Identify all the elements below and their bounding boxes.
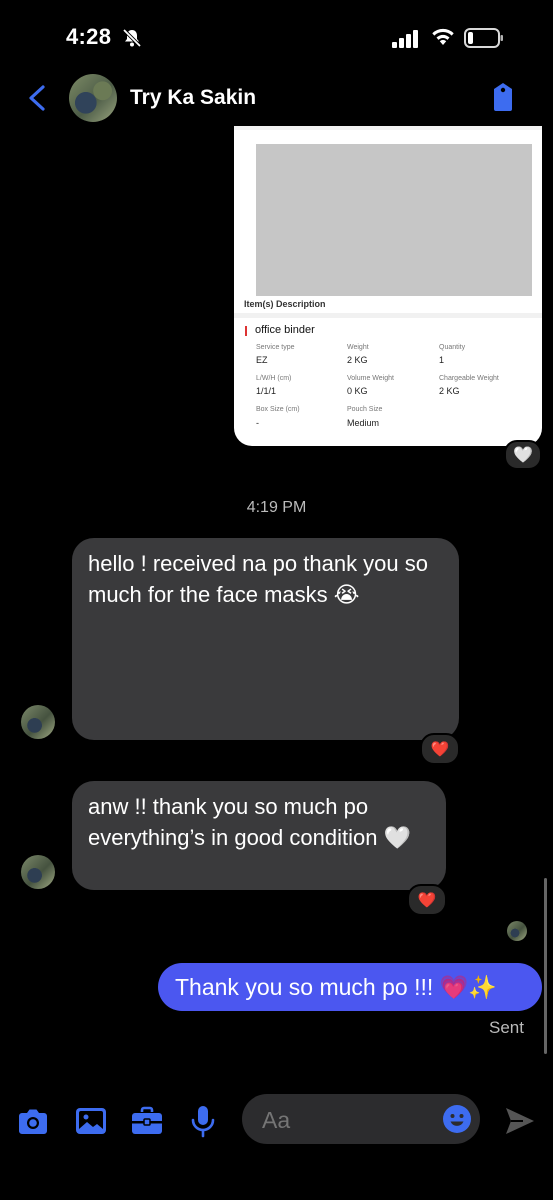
message-timestamp: 4:19 PM [246,499,307,516]
sender-avatar[interactable] [21,855,55,889]
field-value: EZ [256,355,268,365]
send-icon[interactable] [503,1104,537,1138]
emoji-icon[interactable] [442,1104,472,1134]
field-value: - [256,418,259,428]
shared-image-card[interactable]: Item(s) Description office binder Servic… [234,126,542,446]
field-value: 2 KG [439,386,460,396]
field-label: L/W/H (cm) [256,375,292,382]
delivery-status: Sent [489,1018,524,1037]
card-section-title: Item(s) Description [244,299,326,309]
field-label: Quantity [439,344,466,351]
incoming-message[interactable]: hello ! received na po thank you so much… [72,538,459,740]
signal-icon [392,30,418,48]
back-chevron-icon[interactable] [26,84,48,112]
incoming-message[interactable]: anw !! thank you so much po everything’s… [72,781,446,890]
card-reaction[interactable]: 🤍 [504,440,542,470]
tag-icon[interactable] [490,81,516,113]
battery-icon [464,28,503,48]
contact-avatar[interactable] [69,74,117,122]
field-label: Volume Weight [347,375,394,382]
briefcase-icon[interactable] [130,1104,164,1138]
wifi-icon [432,28,454,45]
field-value: 1 [439,355,445,365]
field-value: 0 KG [347,386,368,396]
message-reaction[interactable]: ❤️ [420,733,460,765]
contact-name[interactable]: Try Ka Sakin [130,86,256,110]
field-label: Service type [256,344,295,351]
status-time: 4:28 [66,24,112,49]
field-value: 2 KG [347,355,368,365]
field-value: Medium [347,418,380,428]
redacted-image-area [256,144,532,296]
camera-icon[interactable] [16,1105,50,1139]
item-accent-bar [245,326,247,336]
item-name: office binder [255,324,315,336]
card-top-strip [234,126,542,130]
card-divider [234,313,542,318]
message-input[interactable] [260,1094,434,1146]
field-label: Chargeable Weight [439,375,499,382]
scrollbar[interactable] [544,878,547,1054]
message-composer[interactable] [242,1094,480,1146]
outgoing-message[interactable]: Thank you so much po !!! 💗✨ [158,963,542,1011]
field-value: 1/1/1 [256,386,277,396]
gallery-icon[interactable] [74,1104,108,1138]
field-label: Pouch Size [347,406,383,413]
sender-avatar[interactable] [21,705,55,739]
microphone-icon[interactable] [186,1104,220,1138]
bell-muted-icon [122,28,142,48]
read-receipt-avatar [507,921,527,941]
message-reaction[interactable]: ❤️ [407,884,447,916]
field-label: Weight [347,344,369,351]
field-label: Box Size (cm) [256,406,300,413]
